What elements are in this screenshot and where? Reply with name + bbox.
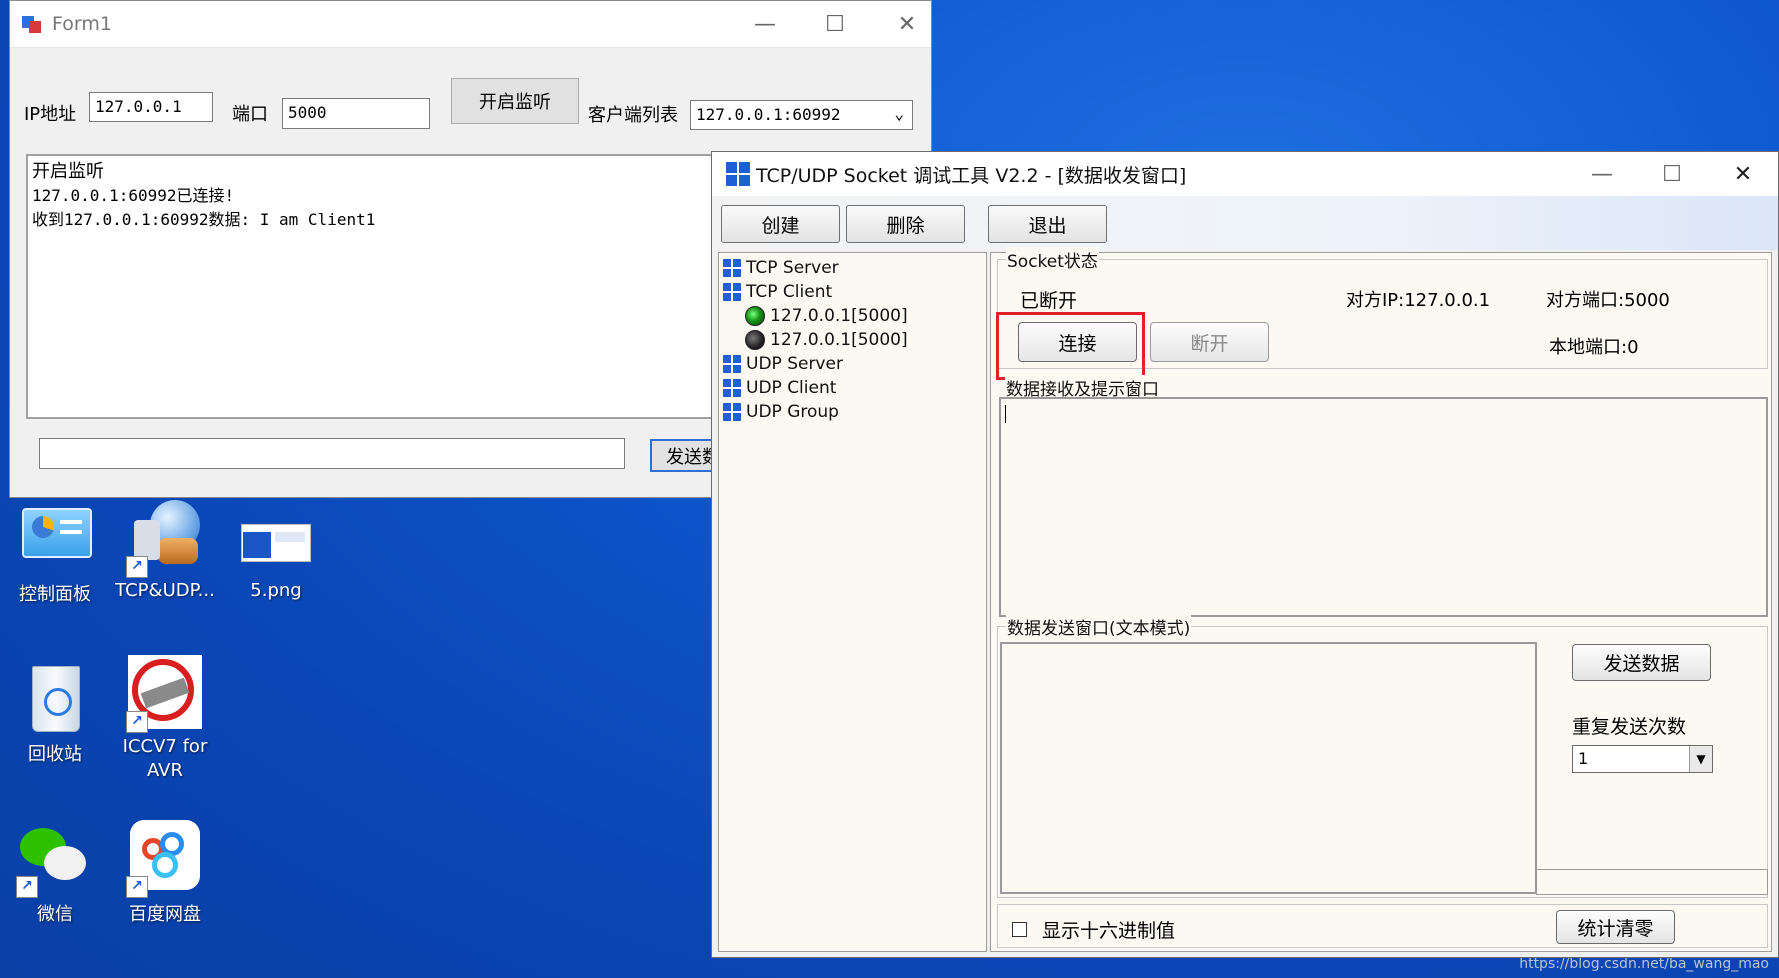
port-label: 端口	[232, 104, 268, 125]
form-app-icon	[22, 14, 42, 34]
socket-tool-window: TCP/UDP Socket 调试工具 V2.2 - [数据收发窗口] — ☐ …	[711, 151, 1779, 958]
desktop-icon-label: TCP&UDP...	[115, 580, 215, 601]
hex-checkbox-label: 显示十六进制值	[1042, 920, 1176, 942]
ip-label: IP地址	[24, 104, 77, 125]
windows-logo-icon	[723, 283, 741, 301]
exit-button[interactable]: 退出	[988, 205, 1107, 243]
connection-status: 已断开	[1020, 290, 1078, 312]
shortcut-arrow-icon: ↗	[126, 876, 148, 898]
minimize-button[interactable]: —	[1567, 152, 1637, 196]
desktop-icon-iccv7[interactable]: ↗ ICCV7 for AVR	[110, 655, 220, 783]
dropdown-arrow-icon: ▼	[1689, 746, 1712, 772]
desktop-icon-label: 微信	[37, 904, 73, 925]
desktop-icon-label: ICCV7 for AVR	[122, 736, 208, 781]
desktop-icon-5png[interactable]: 5.png	[221, 500, 331, 601]
desktop-icon-label: 5.png	[250, 580, 302, 601]
tree-item-client-connection-2[interactable]: 127.0.0.1[5000]	[745, 329, 908, 351]
windows-logo-icon	[723, 379, 741, 397]
desktop-icon-control-panel[interactable]: 控制面板	[0, 500, 110, 606]
tcpudp-tool-icon: ↗	[126, 500, 202, 578]
repeat-count-select[interactable]: 1 ▼	[1572, 745, 1713, 773]
chevron-down-icon: ⌄	[894, 104, 904, 123]
send-data-button[interactable]: 发送数据	[1572, 644, 1711, 681]
minimize-button[interactable]: —	[730, 1, 800, 47]
tree-item-udp-client[interactable]: UDP Client	[723, 377, 836, 399]
desktop-icon-wechat[interactable]: ↗ 微信	[0, 820, 110, 926]
windows-logo-icon	[723, 259, 741, 277]
disconnected-led-icon	[745, 330, 765, 350]
iccv7-icon: ↗	[126, 655, 202, 733]
tool-title: TCP/UDP Socket 调试工具 V2.2 - [数据收发窗口]	[756, 164, 1187, 187]
repeat-count-value: 1	[1578, 749, 1589, 768]
desktop-icon-baidu-netdisk[interactable]: ↗ 百度网盘	[110, 820, 220, 926]
client-list-select[interactable]: 127.0.0.1:60992 ⌄	[690, 100, 913, 130]
wechat-icon: ↗	[16, 820, 92, 898]
windows-logo-icon	[723, 403, 741, 421]
tree-item-tcp-server[interactable]: TCP Server	[723, 257, 839, 279]
desktop-icon-tcpudp[interactable]: ↗ TCP&UDP...	[110, 500, 220, 601]
remote-port: 对方端口:5000	[1546, 290, 1670, 311]
shortcut-arrow-icon: ↗	[126, 556, 148, 578]
text-cursor	[1005, 405, 1006, 423]
connect-button[interactable]: 连接	[1018, 322, 1137, 362]
disconnect-button[interactable]: 断开	[1150, 322, 1269, 362]
local-port: 本地端口:0	[1549, 337, 1639, 358]
recycle-bin-icon	[18, 660, 92, 734]
control-panel-icon	[18, 500, 92, 574]
send-input[interactable]	[39, 438, 625, 469]
send-group-label: 数据发送窗口(文本模式)	[1006, 614, 1192, 639]
delete-button[interactable]: 删除	[846, 205, 965, 243]
create-button[interactable]: 创建	[721, 205, 840, 243]
tree-item-label: TCP Client	[746, 282, 833, 302]
connection-tree: TCP Server TCP Client 127.0.0.1[5000] 12…	[718, 252, 987, 952]
hex-checkbox[interactable]	[1012, 922, 1027, 937]
client-list-value: 127.0.0.1:60992	[696, 105, 841, 124]
desktop-icon-label: 回收站	[28, 744, 82, 765]
windows-logo-icon	[723, 355, 741, 373]
ip-input[interactable]: 127.0.0.1	[89, 92, 213, 122]
send-textarea[interactable]	[1000, 642, 1537, 894]
start-listen-button[interactable]: 开启监听	[451, 78, 579, 124]
tree-item-label: 127.0.0.1[5000]	[770, 330, 908, 350]
tree-item-label: TCP Server	[746, 258, 839, 278]
form1-title: Form1	[52, 13, 112, 35]
desktop-icon-label: 控制面板	[19, 584, 91, 605]
remote-ip: 对方IP:127.0.0.1	[1346, 290, 1491, 311]
close-button[interactable]: ✕	[872, 1, 942, 47]
tree-item-label: 127.0.0.1[5000]	[770, 306, 908, 326]
tree-item-label: UDP Server	[746, 354, 843, 374]
repeat-count-label: 重复发送次数	[1572, 716, 1687, 738]
windows-logo-icon	[726, 162, 750, 186]
close-button[interactable]: ✕	[1708, 152, 1778, 196]
tree-item-udp-server[interactable]: UDP Server	[723, 353, 843, 375]
clear-stats-button[interactable]: 统计清零	[1556, 910, 1675, 944]
tree-item-label: UDP Client	[746, 378, 837, 398]
port-input[interactable]: 5000	[282, 98, 430, 129]
client-list-label: 客户端列表	[588, 105, 678, 126]
tree-item-udp-group[interactable]: UDP Group	[723, 401, 839, 423]
desktop-icon-label: 百度网盘	[129, 904, 201, 925]
image-file-icon	[239, 500, 313, 574]
shortcut-arrow-icon: ↗	[126, 711, 148, 733]
tree-item-client-connection-1[interactable]: 127.0.0.1[5000]	[745, 305, 908, 327]
tree-item-tcp-client[interactable]: TCP Client	[723, 281, 832, 303]
watermark: https://blog.csdn.net/ba_wang_mao	[1519, 956, 1769, 972]
baidu-netdisk-icon: ↗	[126, 820, 202, 898]
maximize-button[interactable]: ☐	[1637, 152, 1707, 196]
socket-status-label: Socket状态	[1006, 247, 1099, 272]
desktop-icon-recycle-bin[interactable]: 回收站	[0, 660, 110, 766]
shortcut-arrow-icon: ↗	[16, 876, 38, 898]
tree-item-label: UDP Group	[746, 402, 839, 422]
status-field	[1536, 869, 1768, 895]
maximize-button[interactable]: ☐	[800, 1, 870, 47]
receive-textarea[interactable]	[999, 397, 1768, 617]
connected-led-icon	[745, 306, 765, 326]
